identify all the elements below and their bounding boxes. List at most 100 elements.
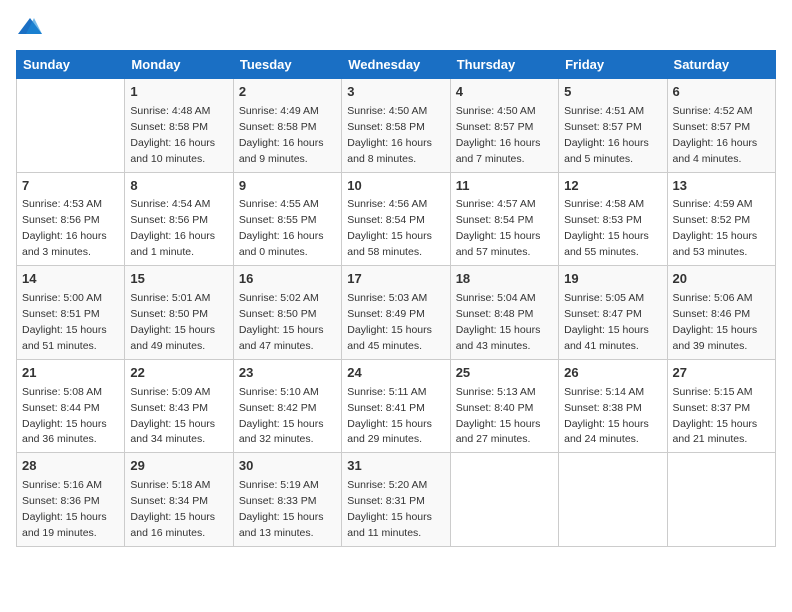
- day-info: Sunrise: 5:02 AM Sunset: 8:50 PM Dayligh…: [239, 292, 324, 352]
- day-number: 5: [564, 83, 661, 102]
- calendar-day-cell: 13 Sunrise: 4:59 AM Sunset: 8:52 PM Dayli…: [667, 172, 775, 266]
- day-info: Sunrise: 5:18 AM Sunset: 8:34 PM Dayligh…: [130, 479, 215, 539]
- day-number: 28: [22, 457, 119, 476]
- day-number: 18: [456, 270, 553, 289]
- day-number: 10: [347, 177, 444, 196]
- day-info: Sunrise: 4:53 AM Sunset: 8:56 PM Dayligh…: [22, 198, 107, 258]
- day-of-week-header: Monday: [125, 51, 233, 79]
- calendar-day-cell: 3 Sunrise: 4:50 AM Sunset: 8:58 PM Daylig…: [342, 79, 450, 173]
- day-number: 24: [347, 364, 444, 383]
- day-number: 23: [239, 364, 336, 383]
- calendar-week-row: 14 Sunrise: 5:00 AM Sunset: 8:51 PM Dayli…: [17, 266, 776, 360]
- calendar-week-row: 7 Sunrise: 4:53 AM Sunset: 8:56 PM Daylig…: [17, 172, 776, 266]
- calendar-day-cell: [559, 453, 667, 547]
- day-number: 20: [673, 270, 770, 289]
- day-info: Sunrise: 4:48 AM Sunset: 8:58 PM Dayligh…: [130, 105, 215, 165]
- calendar-week-row: 28 Sunrise: 5:16 AM Sunset: 8:36 PM Dayli…: [17, 453, 776, 547]
- day-number: 29: [130, 457, 227, 476]
- day-number: 6: [673, 83, 770, 102]
- day-info: Sunrise: 5:13 AM Sunset: 8:40 PM Dayligh…: [456, 386, 541, 446]
- day-number: 4: [456, 83, 553, 102]
- day-info: Sunrise: 4:59 AM Sunset: 8:52 PM Dayligh…: [673, 198, 758, 258]
- day-info: Sunrise: 4:50 AM Sunset: 8:58 PM Dayligh…: [347, 105, 432, 165]
- day-info: Sunrise: 5:03 AM Sunset: 8:49 PM Dayligh…: [347, 292, 432, 352]
- calendar-day-cell: 11Sunrise: 4:57 AM Sunset: 8:54 PM Dayli…: [450, 172, 558, 266]
- day-number: 12: [564, 177, 661, 196]
- day-number: 30: [239, 457, 336, 476]
- day-info: Sunrise: 5:10 AM Sunset: 8:42 PM Dayligh…: [239, 386, 324, 446]
- day-number: 21: [22, 364, 119, 383]
- day-info: Sunrise: 4:49 AM Sunset: 8:58 PM Dayligh…: [239, 105, 324, 165]
- day-info: Sunrise: 5:20 AM Sunset: 8:31 PM Dayligh…: [347, 479, 432, 539]
- page-header: [16, 16, 776, 38]
- calendar-day-cell: 9 Sunrise: 4:55 AM Sunset: 8:55 PM Daylig…: [233, 172, 341, 266]
- day-info: Sunrise: 5:19 AM Sunset: 8:33 PM Dayligh…: [239, 479, 324, 539]
- day-info: Sunrise: 4:52 AM Sunset: 8:57 PM Dayligh…: [673, 105, 758, 165]
- day-info: Sunrise: 5:08 AM Sunset: 8:44 PM Dayligh…: [22, 386, 107, 446]
- calendar-day-cell: 18 Sunrise: 5:04 AM Sunset: 8:48 PM Dayli…: [450, 266, 558, 360]
- day-info: Sunrise: 4:50 AM Sunset: 8:57 PM Dayligh…: [456, 105, 541, 165]
- day-of-week-header: Sunday: [17, 51, 125, 79]
- calendar-day-cell: 16 Sunrise: 5:02 AM Sunset: 8:50 PM Dayli…: [233, 266, 341, 360]
- day-of-week-header: Wednesday: [342, 51, 450, 79]
- day-number: 14: [22, 270, 119, 289]
- day-info: Sunrise: 4:54 AM Sunset: 8:56 PM Dayligh…: [130, 198, 215, 258]
- day-info: Sunrise: 5:04 AM Sunset: 8:48 PM Dayligh…: [456, 292, 541, 352]
- day-number: 2: [239, 83, 336, 102]
- day-info: Sunrise: 5:16 AM Sunset: 8:36 PM Dayligh…: [22, 479, 107, 539]
- calendar-day-cell: 28 Sunrise: 5:16 AM Sunset: 8:36 PM Dayli…: [17, 453, 125, 547]
- day-number: 3: [347, 83, 444, 102]
- day-info: Sunrise: 5:05 AM Sunset: 8:47 PM Dayligh…: [564, 292, 649, 352]
- calendar-day-cell: 20Sunrise: 5:06 AM Sunset: 8:46 PM Dayli…: [667, 266, 775, 360]
- day-info: Sunrise: 4:58 AM Sunset: 8:53 PM Dayligh…: [564, 198, 649, 258]
- day-number: 15: [130, 270, 227, 289]
- calendar-day-cell: 25 Sunrise: 5:13 AM Sunset: 8:40 PM Dayli…: [450, 359, 558, 453]
- calendar-day-cell: 7 Sunrise: 4:53 AM Sunset: 8:56 PM Daylig…: [17, 172, 125, 266]
- calendar-day-cell: 4 Sunrise: 4:50 AM Sunset: 8:57 PM Daylig…: [450, 79, 558, 173]
- calendar-day-cell: 27 Sunrise: 5:15 AM Sunset: 8:37 PM Dayli…: [667, 359, 775, 453]
- day-info: Sunrise: 5:11 AM Sunset: 8:41 PM Dayligh…: [347, 386, 432, 446]
- day-number: 22: [130, 364, 227, 383]
- day-info: Sunrise: 4:51 AM Sunset: 8:57 PM Dayligh…: [564, 105, 649, 165]
- calendar-day-cell: 15 Sunrise: 5:01 AM Sunset: 8:50 PM Dayli…: [125, 266, 233, 360]
- calendar-table: SundayMondayTuesdayWednesdayThursdayFrid…: [16, 50, 776, 547]
- day-info: Sunrise: 4:55 AM Sunset: 8:55 PM Dayligh…: [239, 198, 324, 258]
- day-info: Sunrise: 5:09 AM Sunset: 8:43 PM Dayligh…: [130, 386, 215, 446]
- calendar-day-cell: 29 Sunrise: 5:18 AM Sunset: 8:34 PM Dayli…: [125, 453, 233, 547]
- day-info: Sunrise: 4:56 AM Sunset: 8:54 PM Dayligh…: [347, 198, 432, 258]
- day-info: Sunrise: 5:15 AM Sunset: 8:37 PM Dayligh…: [673, 386, 758, 446]
- day-number: 19: [564, 270, 661, 289]
- calendar-day-cell: 22 Sunrise: 5:09 AM Sunset: 8:43 PM Dayli…: [125, 359, 233, 453]
- day-number: 1: [130, 83, 227, 102]
- day-of-week-header: Tuesday: [233, 51, 341, 79]
- day-number: 31: [347, 457, 444, 476]
- day-number: 27: [673, 364, 770, 383]
- calendar-day-cell: 21 Sunrise: 5:08 AM Sunset: 8:44 PM Dayli…: [17, 359, 125, 453]
- day-number: 26: [564, 364, 661, 383]
- day-number: 7: [22, 177, 119, 196]
- calendar-day-cell: 23 Sunrise: 5:10 AM Sunset: 8:42 PM Dayli…: [233, 359, 341, 453]
- calendar-day-cell: [667, 453, 775, 547]
- calendar-day-cell: 31 Sunrise: 5:20 AM Sunset: 8:31 PM Dayli…: [342, 453, 450, 547]
- logo: [16, 16, 48, 38]
- day-number: 25: [456, 364, 553, 383]
- day-number: 16: [239, 270, 336, 289]
- day-of-week-header: Saturday: [667, 51, 775, 79]
- day-info: Sunrise: 5:00 AM Sunset: 8:51 PM Dayligh…: [22, 292, 107, 352]
- calendar-day-cell: 30 Sunrise: 5:19 AM Sunset: 8:33 PM Dayli…: [233, 453, 341, 547]
- calendar-day-cell: 5 Sunrise: 4:51 AM Sunset: 8:57 PM Daylig…: [559, 79, 667, 173]
- calendar-day-cell: 2 Sunrise: 4:49 AM Sunset: 8:58 PM Daylig…: [233, 79, 341, 173]
- calendar-day-cell: 8Sunrise: 4:54 AM Sunset: 8:56 PM Daylig…: [125, 172, 233, 266]
- day-info: Sunrise: 5:01 AM Sunset: 8:50 PM Dayligh…: [130, 292, 215, 352]
- calendar-week-row: 1 Sunrise: 4:48 AM Sunset: 8:58 PM Daylig…: [17, 79, 776, 173]
- day-number: 9: [239, 177, 336, 196]
- calendar-day-cell: 26Sunrise: 5:14 AM Sunset: 8:38 PM Dayli…: [559, 359, 667, 453]
- calendar-day-cell: 10 Sunrise: 4:56 AM Sunset: 8:54 PM Dayli…: [342, 172, 450, 266]
- logo-icon: [16, 16, 44, 38]
- day-info: Sunrise: 4:57 AM Sunset: 8:54 PM Dayligh…: [456, 198, 541, 258]
- day-of-week-header: Friday: [559, 51, 667, 79]
- day-number: 13: [673, 177, 770, 196]
- calendar-day-cell: 17Sunrise: 5:03 AM Sunset: 8:49 PM Dayli…: [342, 266, 450, 360]
- calendar-day-cell: 24 Sunrise: 5:11 AM Sunset: 8:41 PM Dayli…: [342, 359, 450, 453]
- calendar-day-cell: 6 Sunrise: 4:52 AM Sunset: 8:57 PM Daylig…: [667, 79, 775, 173]
